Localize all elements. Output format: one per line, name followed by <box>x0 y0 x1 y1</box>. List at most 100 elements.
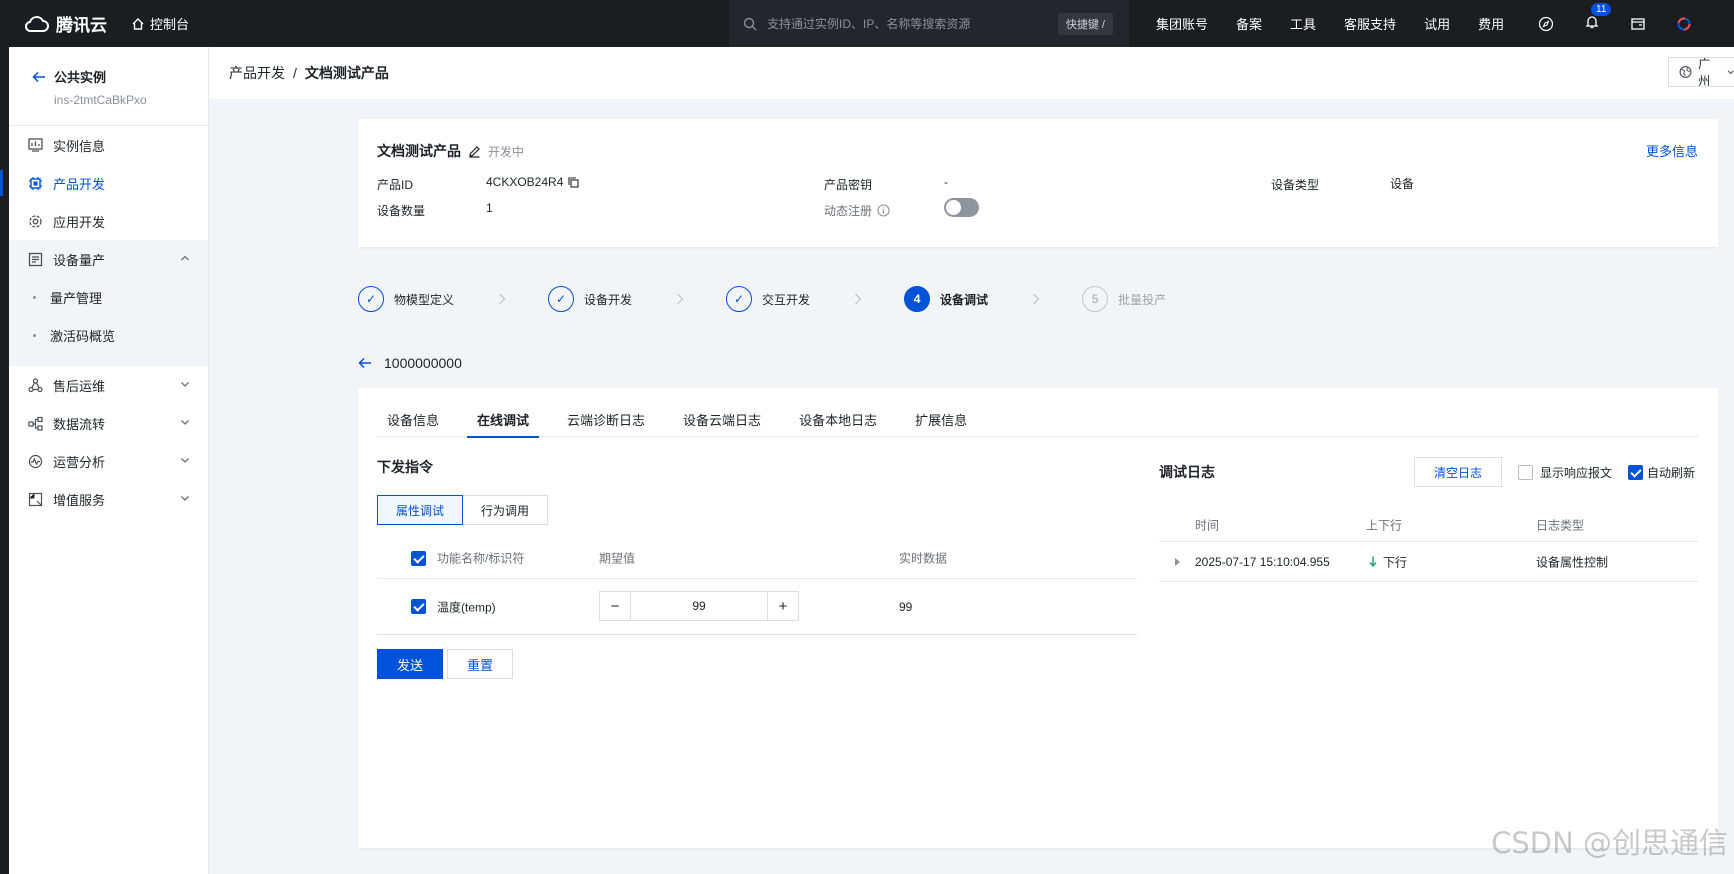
toggle-switch[interactable] <box>944 198 979 217</box>
sidebar-subitem-production-mgmt[interactable]: 量产管理 <box>9 278 208 316</box>
clear-log-button[interactable]: 清空日志 <box>1414 457 1502 487</box>
sidebar-item-data-flow[interactable]: 数据流转 <box>9 404 208 442</box>
step-number: 4 <box>904 286 931 312</box>
sidebar-item-instance-info[interactable]: 实例信息 <box>9 126 208 164</box>
decrement-button[interactable]: − <box>600 592 630 620</box>
brand-logo[interactable]: 腾讯云 <box>24 11 107 36</box>
col-function-name: 功能名称/标识符 <box>437 551 525 565</box>
chevron-down-icon <box>181 496 189 501</box>
arrow-down-icon <box>1369 556 1377 568</box>
sidebar-subitem-activation-codes[interactable]: 激活码概览 <box>9 316 208 354</box>
bullet-dot <box>33 295 36 299</box>
tab-device-local-log[interactable]: 设备本地日志 <box>789 404 887 437</box>
home-icon <box>132 17 144 30</box>
search-input[interactable]: 支持通过实例ID、IP、名称等搜索资源 快捷键 / <box>729 0 1129 47</box>
instance-title: 公共实例 <box>54 70 107 85</box>
monitor-icon <box>28 138 43 152</box>
breadcrumb: 产品开发 / 文档测试产品 广州 <box>209 47 1734 99</box>
product-info-card: 文档测试产品 开发中 更多信息 产品ID 4CKXOB24R4 设备数量 1 产… <box>358 119 1718 247</box>
sidebar-item-product-dev[interactable]: 产品开发 <box>0 164 208 202</box>
chevron-right-icon <box>1033 293 1040 305</box>
device-debug-card: 设备信息 在线调试 云端诊断日志 设备云端日志 设备本地日志 扩展信息 下发指令… <box>358 388 1718 848</box>
col-log-type: 日志类型 <box>1536 518 1585 532</box>
step-device-dev[interactable]: ✓ 设备开发 <box>548 286 632 312</box>
expected-value-input[interactable]: 99 <box>630 592 768 620</box>
cloud-icon <box>24 15 49 32</box>
sidebar-group-mass-production: 设备量产 量产管理 激活码概览 <box>9 240 208 366</box>
nav-group-account[interactable]: 集团账号 <box>1156 14 1208 33</box>
device-count-label: 设备数量 <box>377 204 426 218</box>
sidebar-header: 公共实例 ins-2tmtCaBkPxo <box>9 47 208 107</box>
region-selector[interactable]: 广州 <box>1668 57 1734 88</box>
debug-log-title: 调试日志 <box>1159 464 1215 480</box>
notification-badge: 11 <box>1590 2 1613 17</box>
increment-button[interactable]: + <box>768 592 798 620</box>
nav-support[interactable]: 客服支持 <box>1344 14 1396 33</box>
send-button[interactable]: 发送 <box>377 649 443 679</box>
dynamic-register-toggle[interactable] <box>944 198 979 217</box>
col-direction: 上下行 <box>1366 518 1403 532</box>
tab-extended-info[interactable]: 扩展信息 <box>905 404 977 437</box>
row-checkbox[interactable] <box>411 599 426 614</box>
tab-online-debug[interactable]: 在线调试 <box>467 404 540 438</box>
device-count-value: 1 <box>486 201 493 215</box>
compass-icon[interactable] <box>1538 16 1554 32</box>
nav-trial[interactable]: 试用 <box>1424 14 1450 33</box>
flow-icon <box>28 416 43 431</box>
chevron-right-icon <box>677 293 684 305</box>
show-response-option[interactable]: 显示响应报文 <box>1518 464 1612 481</box>
nav-filing[interactable]: 备案 <box>1236 14 1262 33</box>
reset-button[interactable]: 重置 <box>447 649 513 679</box>
edit-icon[interactable] <box>468 145 481 158</box>
console-link[interactable]: 控制台 <box>131 14 189 33</box>
bullet-dot <box>33 333 36 337</box>
billing-icon[interactable] <box>1630 16 1646 32</box>
show-response-checkbox[interactable] <box>1518 465 1533 480</box>
col-time: 时间 <box>1195 518 1220 532</box>
globe-icon <box>1679 66 1692 78</box>
breadcrumb-parent[interactable]: 产品开发 <box>229 63 285 83</box>
sidebar-item-mass-production[interactable]: 设备量产 <box>9 240 208 278</box>
log-type: 设备属性控制 <box>1536 555 1609 569</box>
back-to-instance[interactable]: 公共实例 <box>32 67 208 86</box>
table-row[interactable]: 2025-07-17 15:10:04.955 下行 设备属性控制 <box>1159 542 1699 582</box>
check-icon: ✓ <box>726 286 753 312</box>
log-time: 2025-07-17 15:10:04.955 <box>1195 554 1330 569</box>
caret-right-icon[interactable] <box>1174 557 1181 566</box>
auto-refresh-checkbox[interactable] <box>1628 465 1643 480</box>
step-thing-model[interactable]: ✓ 物模型定义 <box>358 286 454 312</box>
info-icon[interactable] <box>877 204 890 217</box>
select-all-checkbox[interactable] <box>411 551 426 566</box>
chevron-down-icon <box>181 458 189 463</box>
tab-device-cloud-log[interactable]: 设备云端日志 <box>673 404 771 437</box>
realtime-value: 99 <box>899 599 913 614</box>
list-icon <box>28 252 43 266</box>
copy-icon[interactable] <box>568 176 579 188</box>
product-secret-label: 产品密钥 <box>824 178 873 192</box>
sidebar-item-value-added[interactable]: 增值服务 <box>9 480 208 518</box>
attribute-debug-button[interactable]: 属性调试 <box>377 495 464 525</box>
pulse-icon <box>28 454 43 468</box>
dynamic-register-label: 动态注册 <box>824 204 873 218</box>
step-mass-production[interactable]: 5 批量投产 <box>1082 286 1166 312</box>
auto-refresh-option[interactable]: 自动刷新 <box>1628 464 1695 481</box>
progress-steps: ✓ 物模型定义 ✓ 设备开发 ✓ 交互开发 4 设备调试 5 批量投产 <box>358 284 1166 314</box>
search-icon <box>743 17 757 30</box>
triangle-nodes-icon <box>28 377 43 392</box>
tab-bar: 设备信息 在线调试 云端诊断日志 设备云端日志 设备本地日志 扩展信息 <box>377 404 1699 438</box>
sidebar-item-ops-analysis[interactable]: 运营分析 <box>9 442 208 480</box>
sidebar-item-app-dev[interactable]: 应用开发 <box>9 202 208 240</box>
step-device-debug[interactable]: 4 设备调试 <box>904 286 988 312</box>
sidebar-item-after-sales[interactable]: 售后运维 <box>9 366 208 404</box>
avatar-icon[interactable] <box>1676 16 1692 32</box>
breadcrumb-current: 文档测试产品 <box>304 65 389 81</box>
step-interaction-dev[interactable]: ✓ 交互开发 <box>726 286 810 312</box>
tab-cloud-diagnosis-log[interactable]: 云端诊断日志 <box>557 404 655 437</box>
more-info-link[interactable]: 更多信息 <box>1646 141 1698 160</box>
nav-tools[interactable]: 工具 <box>1290 14 1316 33</box>
arrow-left-icon[interactable] <box>358 357 372 369</box>
action-call-button[interactable]: 行为调用 <box>463 495 549 525</box>
notification-button[interactable]: 11 <box>1584 2 1613 33</box>
tab-device-info[interactable]: 设备信息 <box>377 404 449 437</box>
nav-billing[interactable]: 费用 <box>1478 14 1504 33</box>
